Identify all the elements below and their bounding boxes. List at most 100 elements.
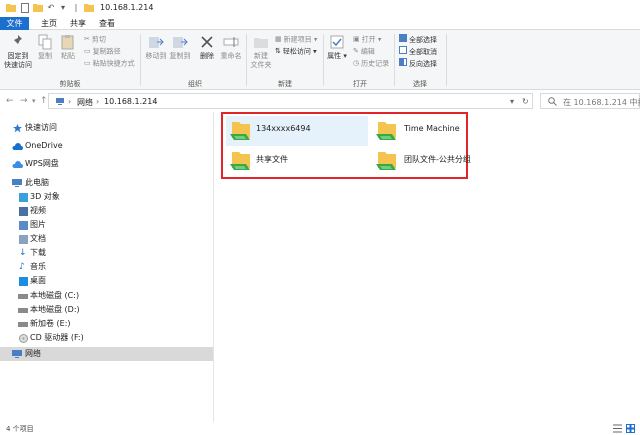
breadcrumb-network[interactable]: 网络 xyxy=(77,97,93,108)
cube-icon xyxy=(19,193,28,202)
share-item[interactable]: 共享文件 xyxy=(226,146,368,176)
details-view-icon[interactable] xyxy=(613,424,622,433)
nav-network[interactable]: 网络 xyxy=(0,347,213,361)
tab-view[interactable]: 查看 xyxy=(95,17,119,30)
breadcrumb-host[interactable]: 10.168.1.214 xyxy=(104,97,157,106)
delete-button[interactable]: 删除 xyxy=(198,34,216,61)
copy-button[interactable]: 复制 xyxy=(35,34,55,61)
paste-icon xyxy=(61,35,74,50)
separator-icon: | xyxy=(74,3,78,12)
computer-icon xyxy=(12,179,22,187)
tab-file[interactable]: 文件 xyxy=(0,17,29,30)
nav-downloads[interactable]: ↓ 下载 xyxy=(0,246,213,260)
nav-videos[interactable]: 视频 xyxy=(0,204,213,218)
tab-home[interactable]: 主页 xyxy=(37,17,61,30)
pin-quick-access-button[interactable]: 固定到 快速访问 xyxy=(3,34,33,70)
open-group-label: 打开 xyxy=(353,80,367,88)
rename-button[interactable]: 重命名 xyxy=(220,34,242,61)
history-button[interactable]: ◷ 历史记录 xyxy=(353,58,389,69)
chevron-down-icon[interactable]: ▾ xyxy=(510,97,514,106)
ribbon-tabs: 文件 主页 共享 查看 xyxy=(0,17,640,30)
invert-selection-button[interactable]: 反向选择 xyxy=(399,58,437,69)
select-none-button[interactable]: 全部取消 xyxy=(399,46,437,57)
shared-folder-icon xyxy=(230,122,250,140)
new-folder-button[interactable]: 新建 文件夹 xyxy=(249,34,273,70)
up-arrow-icon[interactable]: ↑ xyxy=(40,96,48,106)
ribbon-separator xyxy=(394,34,395,86)
chevron-right-icon[interactable]: › xyxy=(68,97,71,106)
music-note-icon: ♪ xyxy=(19,262,25,272)
open-button[interactable]: ▣ 打开 ▾ xyxy=(353,34,381,45)
nav-this-pc[interactable]: 此电脑 xyxy=(0,176,213,190)
nav-drive-d[interactable]: 本地磁盘 (D:) xyxy=(0,303,213,317)
paste-shortcut-button[interactable]: ▭ 粘贴快捷方式 xyxy=(84,58,135,69)
ribbon-separator xyxy=(446,34,447,86)
delete-icon xyxy=(201,36,213,48)
back-arrow-icon[interactable]: ← xyxy=(6,96,14,106)
new-folder-icon[interactable] xyxy=(33,3,43,13)
paste-button[interactable]: 粘贴 xyxy=(58,34,78,61)
forward-arrow-icon[interactable]: → xyxy=(20,96,28,106)
share-name: 134xxxx6494 xyxy=(256,124,311,133)
nav-documents[interactable]: 文档 xyxy=(0,232,213,246)
nav-cd-drive[interactable]: CD 驱动器 (F:) xyxy=(0,331,213,345)
paste-shortcut-icon: ▭ xyxy=(84,59,91,67)
invert-selection-icon xyxy=(399,58,407,70)
copy-to-button[interactable]: 复制到 xyxy=(168,34,192,61)
easy-access-button[interactable]: ⇅ 轻松访问 ▾ xyxy=(275,46,317,57)
recent-dropdown-icon[interactable]: ▾ xyxy=(32,96,36,106)
share-item[interactable]: 团队文件-公共分组 xyxy=(374,146,471,176)
address-bar[interactable]: › 网络 › 10.168.1.214 › ▾ ↻ xyxy=(48,93,533,109)
folder-icon xyxy=(6,3,16,13)
organize-group-label: 组织 xyxy=(188,80,202,88)
nav-music[interactable]: ♪ 音乐 xyxy=(0,260,213,274)
share-item[interactable]: 134xxxx6494 xyxy=(226,116,368,146)
tab-share[interactable]: 共享 xyxy=(66,17,90,30)
drive-icon xyxy=(18,308,28,313)
new-group-label: 新建 xyxy=(278,80,292,88)
select-all-button[interactable]: 全部选择 xyxy=(399,34,437,45)
nav-desktop[interactable]: 桌面 xyxy=(0,274,213,288)
refresh-icon[interactable]: ↻ xyxy=(522,97,529,106)
share-name: 共享文件 xyxy=(256,155,288,164)
select-group-label: 选择 xyxy=(413,80,427,88)
nav-drive-e[interactable]: 新加卷 (E:) xyxy=(0,317,213,331)
copy-path-button[interactable]: ▭ 复制路径 xyxy=(84,46,121,57)
shared-folder-icon xyxy=(376,152,396,170)
nav-onedrive[interactable]: OneDrive xyxy=(0,139,213,153)
dropdown-icon[interactable]: ▾ xyxy=(58,3,68,13)
drive-icon xyxy=(18,322,28,327)
chevron-right-icon[interactable]: › xyxy=(96,97,99,106)
desktop-icon xyxy=(19,277,28,286)
nav-drive-c[interactable]: 本地磁盘 (C:) xyxy=(0,289,213,303)
network-icon xyxy=(12,350,22,358)
history-icon: ◷ xyxy=(353,59,360,67)
nav-wps[interactable]: WPS网盘 xyxy=(0,157,213,171)
search-placeholder: 在 10.168.1.214 中搜... xyxy=(563,98,640,107)
new-item-button[interactable]: ▦ 新建项目 ▾ xyxy=(275,34,317,45)
share-item[interactable]: Time Machine xyxy=(374,116,466,146)
scissors-icon: ✂ xyxy=(84,35,90,43)
shared-folder-icon xyxy=(376,122,396,140)
pin-icon xyxy=(12,35,22,46)
edit-button[interactable]: ✎ 编辑 xyxy=(353,46,375,57)
new-folder-icon xyxy=(254,38,268,48)
drive-icon xyxy=(18,294,28,299)
properties-button[interactable]: 属性 ▾ xyxy=(327,34,347,61)
edit-icon: ✎ xyxy=(353,47,359,55)
tiles-view-icon[interactable] xyxy=(626,424,635,433)
cut-button[interactable]: ✂ 剪切 xyxy=(84,34,106,45)
nav-quick-access[interactable]: 快速访问 xyxy=(0,121,213,135)
navigation-pane: 快速访问 OneDrive WPS网盘 此电脑 3D 对象 视频 图片 文档 ↓… xyxy=(0,112,213,422)
nav-3d-objects[interactable]: 3D 对象 xyxy=(0,190,213,204)
undo-icon[interactable]: ↶ xyxy=(46,3,56,13)
properties-icon[interactable] xyxy=(20,3,30,13)
select-none-icon xyxy=(399,46,407,58)
open-icon: ▣ xyxy=(353,35,360,43)
address-row: ← → ▾ ↑ › 网络 › 10.168.1.214 › ▾ ↻ 在 10.1… xyxy=(0,90,640,112)
cd-icon xyxy=(19,334,28,343)
nav-pictures[interactable]: 图片 xyxy=(0,218,213,232)
move-to-button[interactable]: 移动到 xyxy=(144,34,168,61)
chevron-right-icon[interactable]: › xyxy=(152,97,155,106)
search-box[interactable]: 在 10.168.1.214 中搜... xyxy=(540,93,640,109)
